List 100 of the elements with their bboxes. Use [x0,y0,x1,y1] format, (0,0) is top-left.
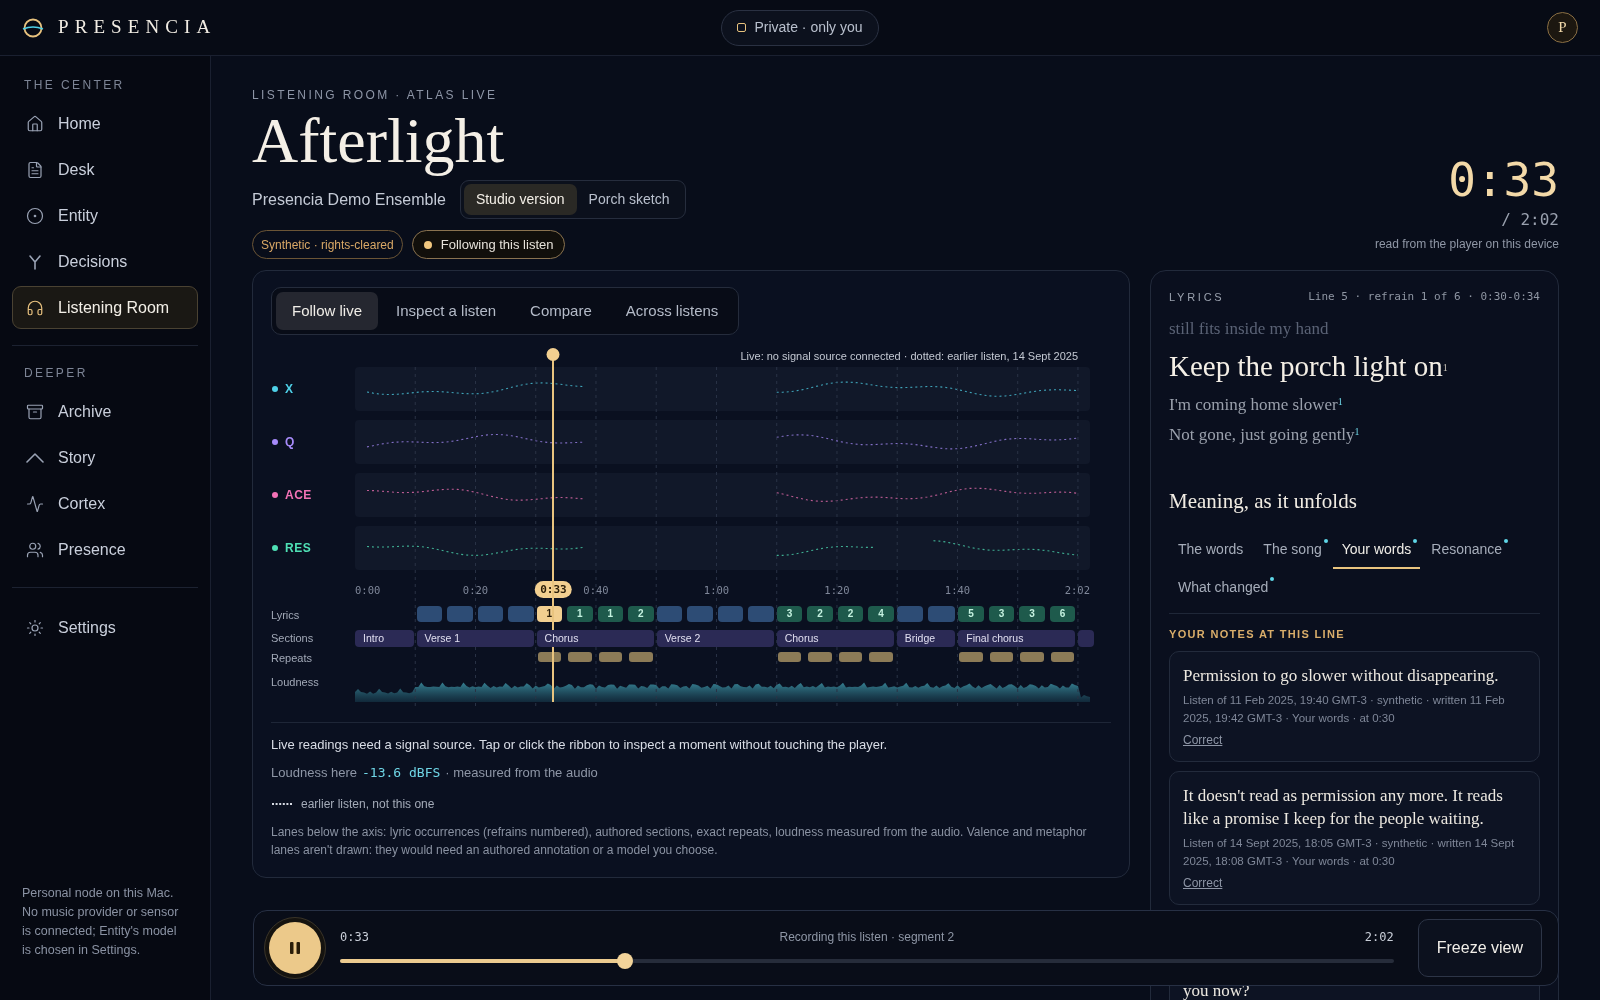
lyric-chip[interactable]: 5 [958,606,984,622]
lyric-chip[interactable]: 3 [988,606,1015,622]
section-chip[interactable]: Intro [355,630,414,647]
repeat-block [838,652,863,662]
lyric-chip[interactable]: 1 [597,606,624,622]
section-chip[interactable]: Bridge [896,630,956,647]
time-axis[interactable]: 0:00 0:20 0:33 0:40 1:00 1:20 1:40 2:02 [355,580,1090,600]
signal-label: X [285,381,294,398]
brand-name: PRESENCIA [58,15,217,40]
repeat-block [808,652,832,662]
lyric-line: Keep the porch light on$^{1}$ [1169,348,1449,384]
meaning-tab[interactable]: Resonance [1422,531,1512,569]
avatar-button[interactable]: P [1547,12,1578,43]
version-tab[interactable]: Studio version [463,184,577,215]
lyric-chip[interactable] [508,606,534,622]
nav-item[interactable]: Desk [12,148,198,191]
slider-thumb[interactable] [616,952,633,969]
axis-tick: 0:00 [355,583,381,598]
playhead-handle[interactable] [546,348,560,361]
nav-item[interactable]: Archive [12,390,198,433]
repeat-block [537,652,562,662]
breadcrumb: LISTENING ROOM · ATLAS LIVE [252,87,499,104]
legend-label: earlier listen, not this one [301,796,435,813]
section-chip[interactable]: Chorus [776,630,894,647]
song-title: Afterlight [252,106,506,176]
nav-item[interactable]: Entity [12,194,198,237]
lyric-chip[interactable] [416,606,443,622]
lyric-line: still fits inside my hand [1169,317,1330,340]
lyric-chip[interactable] [656,606,683,622]
square-icon [737,23,747,32]
version-tab[interactable]: Porch sketch [576,184,682,215]
lyric-chip[interactable]: 1 [567,606,593,622]
nav-item[interactable]: Decisions [12,240,198,283]
meaning-tab[interactable]: Your words [1332,531,1421,569]
meaning-tab[interactable]: What changed [1169,569,1278,607]
note-text: It doesn't read as permission any more. It reads like a promise I keep for the people waiting. [1183,784,1504,830]
axis-tick: 1:20 [824,583,850,598]
lyric-chip[interactable]: 2 [837,606,864,622]
lyric-chip[interactable]: 2 [807,606,833,622]
nav-item[interactable]: Presence [12,528,198,571]
mode-tab[interactable]: Compare [514,292,608,330]
mode-tab[interactable]: Inspect a listen [380,292,513,330]
lyric-chip[interactable]: 3 [1019,606,1045,622]
document-icon [26,160,44,179]
home-icon [26,114,44,133]
people-icon [26,540,44,559]
lyric-chip[interactable]: 6 [1049,606,1076,622]
nav-item[interactable]: Settings [12,606,198,649]
playhead-time: 0:33 [535,581,572,598]
lane-label: Loudness [271,675,320,690]
headphones-icon [26,298,44,317]
meaning-title: Meaning, as it unfolds [1169,487,1358,515]
lyric-chip[interactable] [928,606,956,622]
section-block[interactable] [1078,630,1095,647]
section-heading: THE CENTER [23,77,126,94]
dotted-line-icon [271,802,293,806]
clock-caption: read from the player on this device [1374,236,1559,253]
axis-tick: 2:02 [1064,583,1090,598]
lane-label: Repeats [271,652,313,666]
mode-tab[interactable]: Across listens [609,292,735,330]
nav-item[interactable]: Story [12,436,198,479]
note-text: you now? [1183,979,1251,1000]
lyric-line: I'm coming home slower$^{1}$ [1169,393,1344,416]
signal-label: ACE [285,487,312,504]
lyric-chip[interactable]: 2 [628,606,654,622]
repeat-block [568,652,592,662]
privacy-label: Private · only you [754,18,863,37]
section-chip[interactable]: Final chorus [958,630,1076,647]
nav-item[interactable]: Home [12,102,198,145]
lyric-chip[interactable]: 4 [868,606,894,622]
mode-tab[interactable]: Follow live [276,292,379,330]
lyric-chip[interactable] [687,606,713,622]
correct-link[interactable]: Correct [1183,730,1223,749]
meaning-tab[interactable]: The words [1169,531,1253,569]
section-chip[interactable]: Verse 1 [416,630,534,647]
player-status: Recording this listen · segment 2 [779,928,955,946]
section-heading: DEEPER [23,365,89,382]
lyric-chip[interactable]: 1 [536,606,563,622]
repeat-block [959,652,983,662]
repeat-block [869,652,893,662]
meaning-tab[interactable]: The song [1254,531,1331,569]
lyric-chip[interactable] [447,606,473,622]
lyric-chip[interactable]: 3 [776,606,803,622]
player-elapsed: 0:33 [340,928,369,946]
section-chip[interactable]: Chorus [536,630,654,647]
panel-heading: LYRICS [1169,290,1225,305]
lyric-chip[interactable] [717,606,744,622]
player-total: 2:02 [1364,928,1394,946]
freeze-button[interactable]: Freeze view [1417,919,1542,977]
lyric-chip[interactable] [477,606,504,622]
section-chip[interactable]: Verse 2 [656,630,774,647]
nav-item[interactable]: Listening Room [12,286,198,329]
progress-slider[interactable] [340,952,1394,969]
note-text: Permission to go slower without disappearing. [1183,664,1500,687]
lane-label: Sections [271,631,315,646]
lyric-chip[interactable] [896,606,924,622]
lyric-chip[interactable] [748,606,774,622]
elapsed-time: 0:33 [1448,156,1559,204]
correct-link[interactable]: Correct [1183,873,1223,892]
nav-item[interactable]: Cortex [12,482,198,525]
